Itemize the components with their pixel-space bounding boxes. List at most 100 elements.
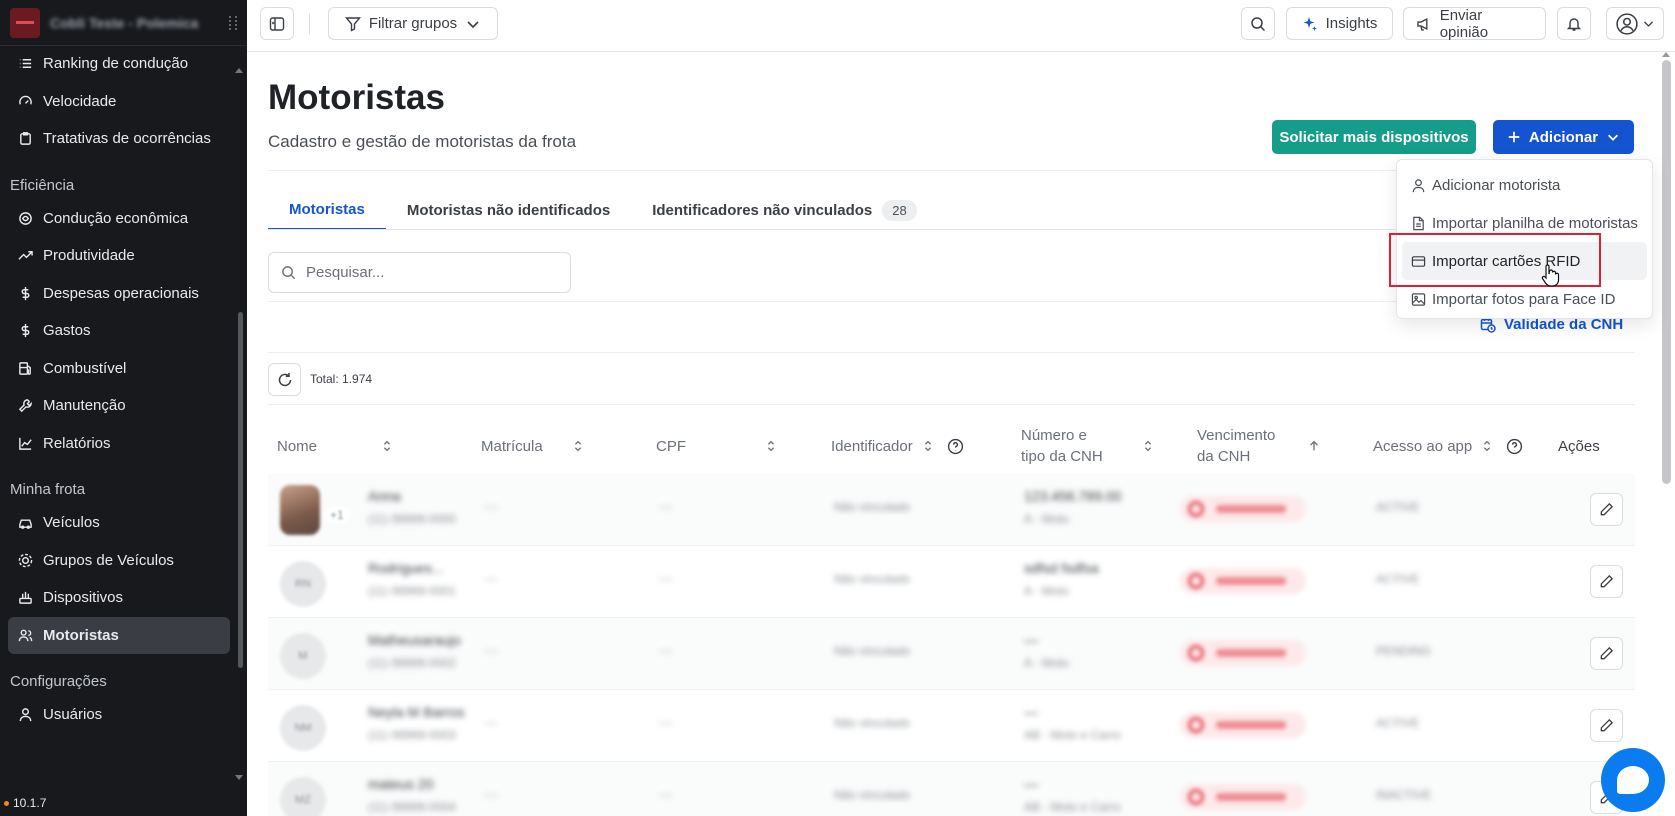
chevron-down-icon: [1608, 134, 1619, 141]
sort-icon: [1484, 440, 1491, 452]
edit-button[interactable]: [1590, 637, 1623, 670]
search-button[interactable]: [1241, 7, 1275, 40]
column-header-cpf[interactable]: CPF: [656, 420, 778, 472]
sidebar-item-label: Grupos de Veículos: [43, 551, 174, 569]
sidebar-item-ranking[interactable]: Ranking de condução: [0, 53, 247, 83]
insights-button[interactable]: Insights: [1286, 7, 1393, 40]
help-icon[interactable]: [1506, 438, 1523, 455]
table-row[interactable]: NM Neyla M Barros (11) 99999-0003 — — Nã…: [268, 690, 1635, 762]
chat-support-button[interactable]: [1601, 748, 1665, 812]
bell-icon: [1566, 17, 1582, 31]
sidebar-item-label: Tratativas de ocorrências: [43, 130, 211, 148]
search-field[interactable]: [268, 252, 571, 293]
menu-item-add-driver[interactable]: Adicionar motorista: [1402, 166, 1647, 204]
menu-item-label: Importar planilha de motoristas: [1432, 214, 1638, 232]
sidebar-item-dispositivos[interactable]: Dispositivos: [0, 579, 247, 617]
column-header-acesso[interactable]: Acesso ao app: [1373, 420, 1523, 472]
sidebar-item-despesas[interactable]: Despesas operacionais: [0, 275, 247, 313]
chevron-down-icon: [467, 20, 479, 28]
menu-item-import-face-id-photos[interactable]: Importar fotos para Face ID: [1402, 280, 1647, 318]
driver-name[interactable]: mateus 20: [368, 776, 433, 792]
notifications-button[interactable]: [1557, 7, 1591, 40]
cpf-value: —: [659, 642, 673, 658]
search-icon: [1251, 16, 1266, 31]
sidebar-item-gastos[interactable]: Gastos: [0, 312, 247, 350]
sidebar-item-velocidade[interactable]: Velocidade: [0, 83, 247, 121]
sidebar-item-usuarios[interactable]: Usuários: [0, 696, 247, 734]
column-header-nome[interactable]: Nome: [277, 420, 394, 472]
add-button[interactable]: Adicionar: [1493, 120, 1634, 154]
cnh-type: AB - Moto e Carro: [1024, 728, 1121, 742]
help-icon[interactable]: [947, 438, 964, 455]
sidebar-item-produtividade[interactable]: Produtividade: [0, 237, 247, 275]
avatar: MZ: [280, 777, 326, 816]
trending-up-icon: [18, 251, 33, 260]
table-row[interactable]: +1 Anna (11) 99999-0000 — — Não vinculad…: [268, 474, 1635, 546]
sidebar-item-relatorios[interactable]: Relatórios: [0, 425, 247, 463]
edit-button[interactable]: [1590, 493, 1623, 526]
tab-identificadores-nao-vinculados[interactable]: Identificadores não vinculados 28: [631, 190, 938, 230]
sidebar-item-label: Dispositivos: [43, 589, 124, 607]
menu-item-import-spreadsheet[interactable]: Importar planilha de motoristas: [1402, 204, 1647, 242]
table-row[interactable]: M Matheusaraujo (11) 99999-0002 — — Não …: [268, 618, 1635, 690]
table-row[interactable]: MZ mateus 20 (11) 99999-0004 — — Não vin…: [268, 762, 1635, 816]
column-label-line1: Vencimento: [1197, 427, 1276, 444]
page-scroll-up-icon[interactable]: [1662, 52, 1670, 57]
filter-groups-button[interactable]: Filtrar grupos: [328, 7, 498, 40]
matricula-value: —: [484, 786, 498, 802]
refresh-icon: [278, 372, 291, 386]
sidebar-item-label: Velocidade: [43, 92, 117, 110]
cnh-expiry-badge: [1180, 712, 1306, 738]
sidebar-item-label: Manutenção: [43, 397, 126, 415]
driver-name[interactable]: Anna: [368, 488, 401, 504]
request-devices-button[interactable]: Solicitar mais dispositivos: [1272, 120, 1476, 154]
search-input[interactable]: [306, 264, 546, 281]
menu-item-import-rfid-cards[interactable]: Importar cartões RFID: [1402, 242, 1647, 280]
cnh-number: —: [1024, 704, 1038, 720]
matricula-value: —: [484, 570, 498, 586]
sidebar-item-veiculos[interactable]: Veículos: [0, 504, 247, 542]
sidebar-header[interactable]: Cobli Teste - Polemica: [0, 0, 247, 46]
sidebar-toggle-icon: [269, 16, 285, 31]
sidebar-item-grupos-veiculos[interactable]: Grupos de Veículos: [0, 542, 247, 580]
send-feedback-button[interactable]: Enviar opinião: [1403, 7, 1546, 41]
sidebar-item-conducao-economica[interactable]: Condução econômica: [0, 200, 247, 238]
sidebar-item-motoristas[interactable]: Motoristas: [8, 616, 230, 654]
car-icon: [19, 519, 32, 530]
tab-motoristas-nao-identificados[interactable]: Motoristas não identificados: [386, 190, 631, 230]
sort-icon: [574, 440, 581, 452]
sidebar-section-configuracoes: Configurações: [10, 673, 107, 690]
column-header-identificador[interactable]: Identificador: [831, 420, 964, 472]
driver-name[interactable]: Rodrigues...: [368, 560, 443, 576]
avatar-icon: [1615, 12, 1638, 35]
identifier-value: Não vinculado: [834, 644, 911, 658]
sidebar-item-manutencao[interactable]: Manutenção: [0, 387, 247, 425]
toggle-sidebar-button[interactable]: [260, 7, 294, 40]
column-header-cnh[interactable]: Número e tipo da CNH: [1021, 420, 1155, 472]
page-title: Motoristas: [268, 78, 445, 117]
add-dropdown-menu: Adicionar motorista Importar planilha de…: [1396, 159, 1653, 319]
company-name[interactable]: Cobli Teste - Polemica: [50, 15, 198, 31]
driver-name[interactable]: Neyla M Barros: [368, 704, 464, 720]
sidebar-item-label: Combustível: [43, 359, 127, 377]
sidebar-item-combustivel[interactable]: Combustível: [0, 350, 247, 388]
user-menu-button[interactable]: [1606, 7, 1664, 40]
refresh-button[interactable]: [268, 363, 301, 396]
sidebar-item-label: Produtividade: [43, 247, 135, 265]
column-label-line2: tipo da CNH: [1021, 448, 1103, 465]
edit-button[interactable]: [1590, 565, 1623, 598]
cnh-expiry-badge: [1180, 568, 1306, 594]
chat-bubble-icon: [1617, 766, 1649, 794]
column-header-vencimento[interactable]: Vencimento da CNH: [1197, 420, 1321, 472]
drag-handle-icon[interactable]: [229, 15, 237, 30]
driver-name[interactable]: Matheusaraujo: [368, 632, 461, 648]
tab-motoristas[interactable]: Motoristas: [268, 190, 386, 230]
page-scrollbar[interactable]: [1662, 60, 1671, 484]
sidebar-item-tratativas[interactable]: Tratativas de ocorrências: [0, 120, 247, 158]
column-header-matricula[interactable]: Matrícula: [481, 420, 585, 472]
matricula-value: —: [484, 714, 498, 730]
filter-groups-label: Filtrar grupos: [368, 15, 458, 32]
table-row[interactable]: RN Rodrigues... (11) 99999-0001 — — Não …: [268, 546, 1635, 618]
identifier-value: Não vinculado: [834, 500, 911, 514]
edit-button[interactable]: [1590, 709, 1623, 742]
